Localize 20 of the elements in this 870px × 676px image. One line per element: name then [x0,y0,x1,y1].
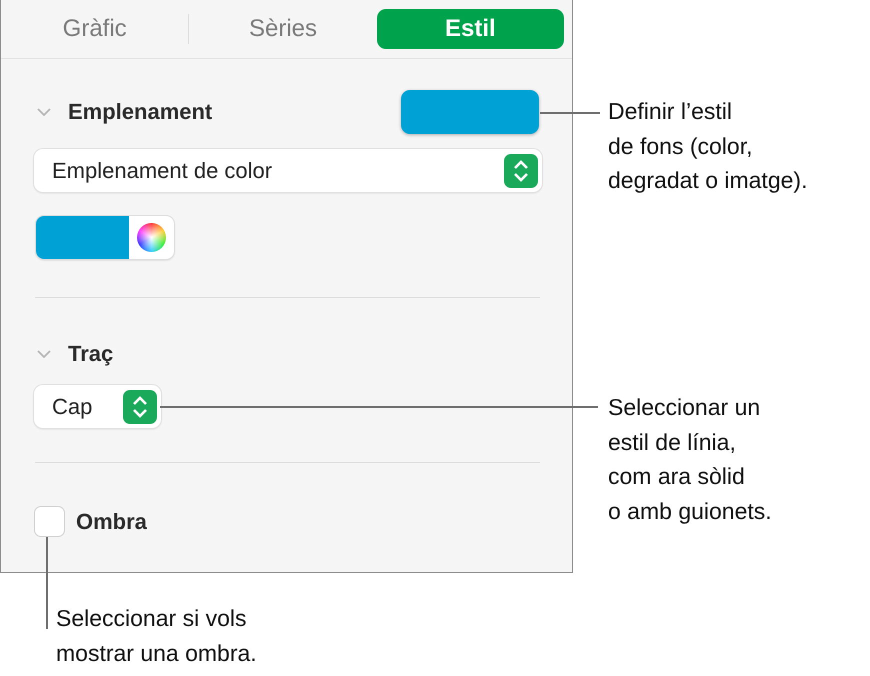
checkbox-label: Ombra [76,508,147,534]
checkbox[interactable] [35,507,64,536]
fill-type-popup[interactable]: Emplenament de color [34,149,542,192]
tab[interactable]: Gràfic [1,9,188,49]
section-title: Traç [68,341,114,367]
chevron-icon[interactable] [37,108,51,116]
leader-line [540,112,600,114]
callout-text: Seleccionar un estil de línia, com ara sòlid o amb guionets. [608,393,772,526]
section-title: Emplenament [68,99,212,125]
tab[interactable]: Estil [376,9,564,49]
stroke-type-popup[interactable]: Cap [34,385,161,428]
stepper-icon [504,154,538,188]
chevron-icon[interactable] [37,350,51,358]
stepper-icon [123,390,157,424]
color-well[interactable] [36,216,174,259]
callout-text: Seleccionar si vols mostrar una ombra. [56,604,257,668]
callout-text: Definir l’estil de fons (color, degradat o imatge). [608,97,808,195]
fill-color-button[interactable] [401,90,539,134]
tab[interactable]: Sèries [189,9,377,49]
color-wheel-icon[interactable] [137,223,166,252]
